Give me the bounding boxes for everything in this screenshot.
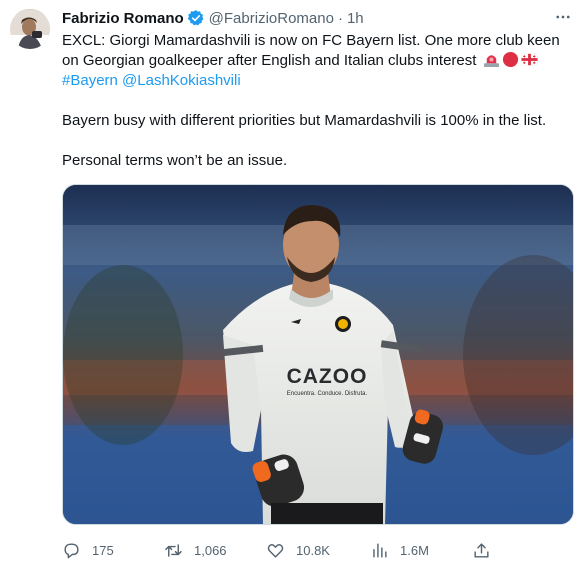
like-count: 10.8K xyxy=(296,542,330,558)
mention-link[interactable]: @LashKokiashvili xyxy=(122,72,241,89)
red-circle-emoji xyxy=(502,51,518,68)
goalkeeper-photo: CAZOO Encuentra. Conduce. Disfruta. xyxy=(63,185,573,524)
georgia-flag-emoji xyxy=(520,53,538,66)
share-icon xyxy=(474,542,489,558)
analytics-bar-chart-icon xyxy=(373,542,387,558)
jersey-sponsor-text: CAZOO xyxy=(287,365,368,388)
siren-emoji xyxy=(483,55,499,68)
tweet-content: Fabrizio Romano @FabrizioRomano · 1h EXC… xyxy=(62,8,576,525)
retweet-count: 1,066 xyxy=(194,542,227,558)
view-count: 1.6M xyxy=(400,542,429,558)
tweet-card[interactable]: Fabrizio Romano @FabrizioRomano · 1h EXC… xyxy=(0,0,586,575)
header-separator: · xyxy=(337,9,343,27)
tweet-header: Fabrizio Romano @FabrizioRomano · 1h xyxy=(62,8,576,28)
author-display-name[interactable]: Fabrizio Romano xyxy=(62,10,184,27)
retweet-icon xyxy=(165,543,182,557)
tweet-timestamp[interactable]: 1h xyxy=(347,10,364,27)
jersey-tagline-text: Encuentra. Conduce. Disfruta. xyxy=(287,391,368,397)
hashtag-link[interactable]: #Bayern xyxy=(62,72,118,89)
more-options-icon[interactable] xyxy=(552,6,574,28)
reply-count: 175 xyxy=(92,542,114,558)
tweet-paragraph-3: Personal terms won’t be an issue. xyxy=(62,152,288,169)
views-button[interactable]: 1.6M xyxy=(370,536,472,564)
share-button[interactable] xyxy=(472,536,491,564)
avatar-image xyxy=(10,9,50,49)
reply-button[interactable]: 175 xyxy=(62,536,164,564)
author-handle[interactable]: @FabrizioRomano xyxy=(209,10,334,27)
tweet-text: EXCL: Giorgi Mamardashvili is now on FC … xyxy=(62,31,576,171)
like-button[interactable]: 10.8K xyxy=(266,536,370,564)
retweet-button[interactable]: 1,066 xyxy=(164,536,266,564)
reply-icon xyxy=(64,542,79,558)
avatar[interactable] xyxy=(10,9,50,49)
tweet-actions: 175 1,066 10.8K 1.6M xyxy=(62,536,492,564)
tweet-paragraph-2: Bayern busy with different priorities bu… xyxy=(62,112,547,129)
tweet-photo[interactable]: CAZOO Encuentra. Conduce. Disfruta. xyxy=(62,184,574,525)
verified-badge-icon xyxy=(187,9,205,27)
heart-icon xyxy=(267,543,284,558)
